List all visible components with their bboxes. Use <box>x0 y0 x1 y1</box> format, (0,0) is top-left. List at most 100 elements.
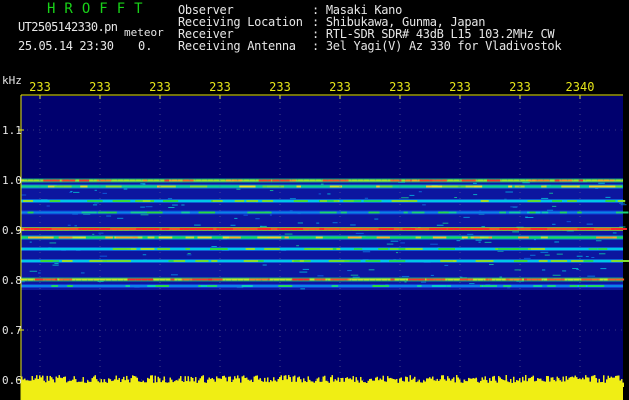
amplitude-spike <box>513 376 515 387</box>
amplitude-spike <box>517 380 519 387</box>
amplitude-spike <box>100 379 102 387</box>
amplitude-spike <box>439 379 441 387</box>
amplitude-spike <box>333 381 335 387</box>
noise-speck <box>541 197 549 199</box>
signal-band-segment <box>527 200 541 202</box>
amplitude-spike <box>433 380 435 387</box>
amplitude-spike <box>579 378 581 387</box>
amplitude-spike <box>429 377 431 387</box>
noise-speck <box>484 241 492 243</box>
noise-speck <box>404 281 407 283</box>
noise-speck <box>230 224 236 226</box>
amplitude-spike <box>306 382 308 387</box>
noise-speck <box>390 240 399 242</box>
amplitude-spike <box>426 378 428 387</box>
noise-speck <box>117 217 124 219</box>
signal-band-segment <box>22 200 34 202</box>
signal-band-segment <box>319 200 327 202</box>
noise-speck <box>430 274 434 276</box>
amplitude-spike <box>549 381 551 387</box>
amplitude-spike <box>387 376 389 387</box>
amplitude-spike <box>382 375 384 387</box>
signal-band-segment <box>474 236 480 239</box>
amplitude-spike <box>216 376 218 387</box>
y-tick-label: 1.1 <box>2 124 22 137</box>
amplitude-spike <box>498 376 500 387</box>
amplitude-spike <box>555 381 557 387</box>
signal-band-segment <box>258 179 272 182</box>
amplitude-spike <box>168 382 170 387</box>
extra-value: 0. <box>138 39 153 53</box>
amplitude-spike <box>340 378 342 387</box>
signal-band-segment <box>328 260 346 262</box>
amplitude-spike <box>273 377 275 387</box>
amplitude-spike <box>490 380 492 387</box>
amplitude-spike <box>96 379 98 387</box>
amplitude-spike <box>304 381 306 387</box>
amplitude-spike <box>259 378 261 387</box>
amplitude-spike <box>226 381 228 387</box>
signal-band-segment <box>304 248 320 250</box>
noise-speck <box>512 231 520 233</box>
signal-band-segment <box>448 211 457 214</box>
amplitude-spike <box>133 376 135 387</box>
signal-band-segment <box>442 185 458 188</box>
amplitude-spike <box>298 376 300 387</box>
amplitude-spike <box>495 380 497 387</box>
signal-band-segment <box>407 200 418 202</box>
noise-speck <box>243 214 248 216</box>
amplitude-spike <box>220 378 222 387</box>
amplitude-spike <box>528 378 530 387</box>
noise-speck <box>316 222 320 224</box>
amplitude-spike <box>535 380 537 387</box>
signal-band-segment <box>411 179 420 182</box>
amplitude-spike <box>595 378 597 387</box>
signal-band-segment <box>440 260 454 262</box>
amplitude-spike <box>172 382 174 387</box>
noise-speck <box>170 274 178 276</box>
signal-band-segment <box>314 278 326 281</box>
noise-speck <box>92 233 95 235</box>
noise-speck <box>401 275 410 277</box>
amplitude-spike <box>205 382 207 387</box>
amplitude-spike <box>234 376 236 387</box>
amplitude-spike <box>567 379 569 387</box>
amplitude-spike <box>40 377 42 387</box>
noise-speck <box>236 188 241 190</box>
signal-band-segment <box>404 248 423 250</box>
noise-speck <box>552 274 561 276</box>
signal-band-segment <box>581 278 592 281</box>
signal-band-segment <box>158 236 173 239</box>
amplitude-spike <box>324 375 326 387</box>
amplitude-spike <box>489 378 491 387</box>
signal-band-segment <box>473 228 484 230</box>
signal-band-segment <box>438 211 451 214</box>
amplitude-spike <box>129 382 131 387</box>
signal-band-segment <box>30 228 36 230</box>
amplitude-spike <box>198 380 200 387</box>
amplitude-spike <box>430 378 432 387</box>
signal-band-segment <box>538 260 548 262</box>
signal-band-segment <box>509 228 516 230</box>
amplitude-spike <box>177 380 179 387</box>
amplitude-spike <box>261 380 263 387</box>
signal-band-segment <box>267 236 282 239</box>
amplitude-spike <box>171 379 173 387</box>
amplitude-spike <box>481 377 483 387</box>
amplitude-spike <box>588 377 590 387</box>
signal-band-segment <box>155 285 169 287</box>
amplitude-spike <box>310 381 312 387</box>
noise-speck <box>99 255 108 257</box>
signal-band-segment <box>615 211 629 214</box>
signal-band-segment <box>289 228 297 230</box>
amplitude-spike <box>235 378 237 387</box>
amplitude-spike <box>516 380 518 387</box>
amplitude-spike <box>60 377 62 387</box>
amplitude-spike <box>480 380 482 387</box>
amplitude-spike <box>600 382 602 387</box>
signal-band-segment <box>596 236 613 239</box>
noise-speck <box>566 221 571 223</box>
amplitude-spike <box>583 379 585 387</box>
y-tick-label: 0.7 <box>2 324 22 337</box>
amplitude-spike <box>52 379 54 387</box>
